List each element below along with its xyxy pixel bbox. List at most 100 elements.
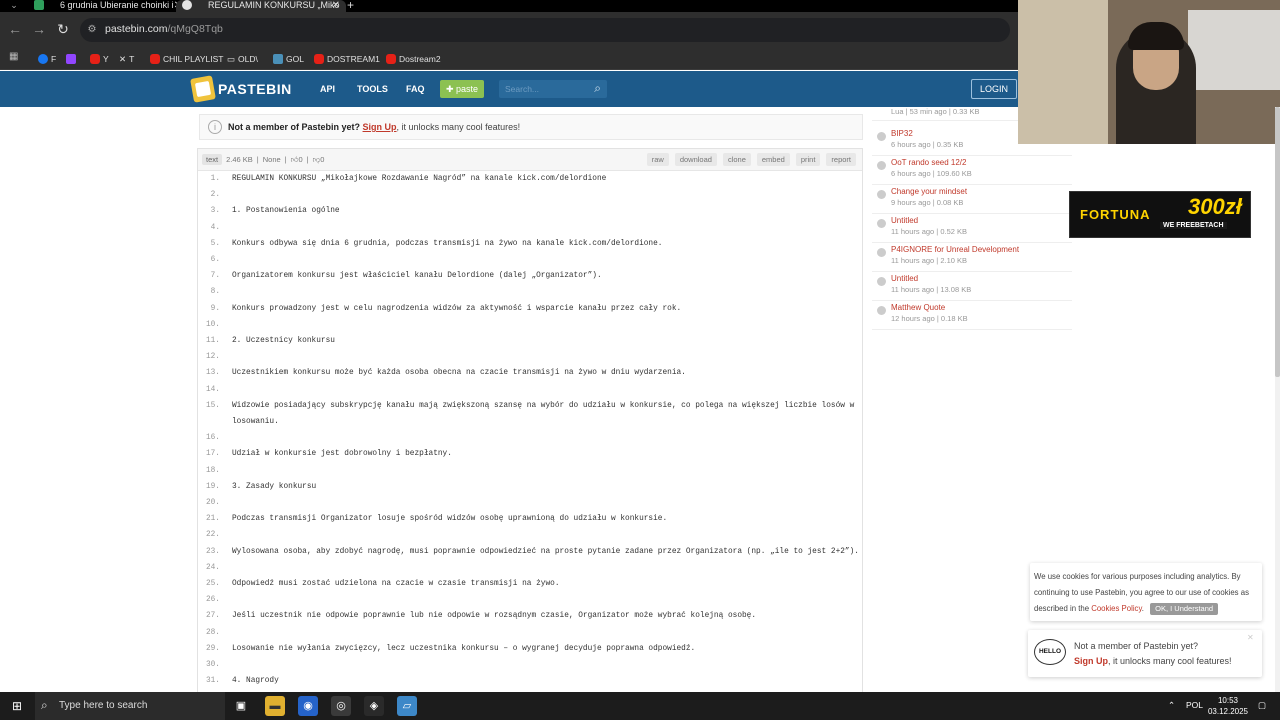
- tab-title: 6 grudnia Ubieranie choinki i n: [60, 0, 182, 10]
- line-number: 16.: [205, 434, 220, 443]
- task-view-icon[interactable]: ▣: [231, 696, 251, 716]
- bookmark-chil-playlist[interactable]: CHIL PLAYLIST: [150, 52, 223, 66]
- line-number: 28.: [205, 628, 220, 637]
- url-field[interactable]: ⚙ pastebin.com/qMgQ8Tqb: [80, 18, 1010, 42]
- tab-title: REGULAMIN KONKURSU „Miko: [208, 0, 340, 10]
- popup-signup-link[interactable]: Sign Up: [1074, 656, 1108, 666]
- line-text: [226, 430, 862, 446]
- browser-tab-2[interactable]: REGULAMIN KONKURSU „Miko ✕: [176, 0, 346, 12]
- recent-paste-meta: 12 hours ago | 0.18 KB: [891, 314, 968, 323]
- line-number: 31.: [205, 677, 220, 686]
- site-info-icon[interactable]: ⚙: [86, 24, 98, 36]
- pastebin-logo-icon[interactable]: [190, 75, 216, 103]
- recent-paste-item[interactable]: OoT rando seed 12/2 6 hours ago | 109.60 …: [872, 158, 1082, 187]
- page-scrollbar[interactable]: [1275, 107, 1280, 692]
- reload-icon[interactable]: ↻: [54, 20, 72, 38]
- browser-app-icon[interactable]: ◉: [298, 696, 318, 716]
- recent-paste-title[interactable]: Untitled: [891, 216, 918, 225]
- notepad-icon[interactable]: ▱: [397, 696, 417, 716]
- code-line: 17. Udział w konkursie jest dobrowolny i …: [198, 446, 862, 462]
- like-button[interactable]: 👍︎0: [291, 155, 303, 165]
- recent-paste-title[interactable]: BIP32: [891, 129, 913, 138]
- recent-paste-title[interactable]: Change your mindset: [891, 187, 967, 196]
- recent-paste-item[interactable]: P4IGNORE for Unreal Development 11 hours …: [872, 245, 1082, 274]
- line-text: Uczestnikiem konkursu może być każda oso…: [232, 369, 686, 378]
- bookmark-twitch[interactable]: [66, 52, 76, 66]
- new-tab-icon[interactable]: +: [347, 0, 354, 11]
- bookmark-dostream1[interactable]: DOSTREAM1: [314, 52, 380, 66]
- line-text: Odpowiedź musi zostać udzielona na czaci…: [232, 580, 560, 589]
- nav-faq[interactable]: FAQ: [406, 84, 425, 94]
- close-icon[interactable]: ✕: [1247, 633, 1257, 643]
- line-text: Organizatorem konkursu jest właściciel k…: [232, 272, 602, 281]
- code-line: 6.: [198, 252, 862, 268]
- paste-action-download[interactable]: download: [674, 153, 717, 166]
- recent-paste-title[interactable]: OoT rando seed 12/2: [891, 158, 966, 167]
- bookmark-gol[interactable]: GOL: [273, 52, 304, 66]
- scrollbar-thumb[interactable]: [1275, 107, 1280, 377]
- recent-paste-item[interactable]: Matthew Quote 12 hours ago | 0.18 KB: [872, 303, 1082, 332]
- code-line: 19. 3. Zasady konkursu: [198, 479, 862, 495]
- tab-favicon: [34, 0, 44, 10]
- paste-expire: None: [262, 155, 281, 164]
- site-logo[interactable]: PASTEBIN: [218, 81, 292, 97]
- notice-signup-link[interactable]: Sign Up: [363, 122, 397, 132]
- line-text: [226, 349, 862, 365]
- paste-action-raw[interactable]: raw: [646, 153, 669, 166]
- line-text: [226, 252, 862, 268]
- app-icon[interactable]: ◈: [364, 696, 384, 716]
- fortuna-ad[interactable]: FORTUNA 300zł WE FREEBETACH: [1069, 191, 1251, 238]
- chrome-icon[interactable]: ◎: [331, 696, 351, 716]
- bookmark-old[interactable]: ▭ OLD\: [227, 52, 258, 66]
- cookie-accept-button[interactable]: OK, I Understand: [1150, 603, 1219, 615]
- tray-expand-icon[interactable]: ⌃: [1168, 700, 1175, 711]
- back-icon[interactable]: ←: [6, 20, 24, 38]
- line-number: 18.: [205, 466, 220, 475]
- nav-api[interactable]: API: [320, 84, 335, 94]
- code-line: 18.: [198, 463, 862, 479]
- recent-paste-title[interactable]: Matthew Quote: [891, 303, 945, 312]
- line-number: 6.: [210, 256, 220, 265]
- paste-action-embed[interactable]: embed: [756, 153, 790, 166]
- tab-search-icon[interactable]: ⌄: [6, 0, 22, 12]
- language-indicator[interactable]: POL: [1186, 700, 1203, 710]
- recent-paste-item[interactable]: Untitled 11 hours ago | 0.52 KB: [872, 216, 1082, 245]
- facebook-icon: [38, 54, 48, 64]
- clock[interactable]: 10:53 03.12.2025: [1204, 695, 1252, 717]
- recent-paste-title[interactable]: P4IGNORE for Unreal Development: [891, 245, 1019, 254]
- recent-paste-title[interactable]: Untitled: [891, 274, 918, 283]
- tab-close-icon[interactable]: ✕: [332, 0, 340, 11]
- search-input[interactable]: Search... ⌕: [499, 80, 607, 98]
- divider: [872, 184, 1072, 185]
- recent-paste-meta: 11 hours ago | 0.52 KB: [891, 227, 968, 236]
- bookmark-y[interactable]: Y: [90, 52, 109, 66]
- forward-icon[interactable]: →: [30, 20, 48, 38]
- taskbar-search[interactable]: ⌕ Type here to search: [35, 692, 225, 720]
- paste-action-clone[interactable]: clone: [722, 153, 751, 166]
- windows-start-icon[interactable]: ⊞: [10, 699, 24, 713]
- cookies-policy-link[interactable]: Cookies Policy: [1091, 604, 1142, 613]
- youtube-icon: [386, 54, 396, 64]
- bookmark-dostream2[interactable]: Dostream2: [386, 52, 441, 66]
- notifications-icon[interactable]: ▢: [1258, 700, 1266, 711]
- apps-grid-icon[interactable]: ▦: [9, 52, 19, 62]
- bookmark-f[interactable]: F: [38, 52, 56, 66]
- new-paste-button[interactable]: ✚ paste: [440, 80, 484, 98]
- paste-size: 2.46 KB: [226, 155, 253, 164]
- nav-tools[interactable]: TOOLS: [357, 84, 388, 94]
- line-number: 20.: [205, 499, 220, 508]
- code-line: 2.: [198, 187, 862, 203]
- login-button[interactable]: LOGIN: [971, 79, 1017, 99]
- syntax-badge[interactable]: text: [202, 154, 223, 165]
- paste-action-report[interactable]: report: [826, 153, 856, 166]
- recent-paste-item[interactable]: Untitled 11 hours ago | 13.08 KB: [872, 274, 1082, 303]
- browser-tab-1[interactable]: 6 grudnia Ubieranie choinki i n ✕: [28, 0, 188, 12]
- search-icon[interactable]: ⌕: [594, 81, 601, 96]
- line-number: 13.: [205, 369, 220, 378]
- recent-paste-item[interactable]: Change your mindset 9 hours ago | 0.08 KB: [872, 187, 1082, 216]
- bookmark-t[interactable]: ✕ T: [119, 52, 134, 66]
- divider: [872, 271, 1072, 272]
- file-explorer-icon[interactable]: ▬: [265, 696, 285, 716]
- dislike-button[interactable]: 👎︎0: [313, 155, 325, 165]
- paste-action-print[interactable]: print: [795, 153, 821, 166]
